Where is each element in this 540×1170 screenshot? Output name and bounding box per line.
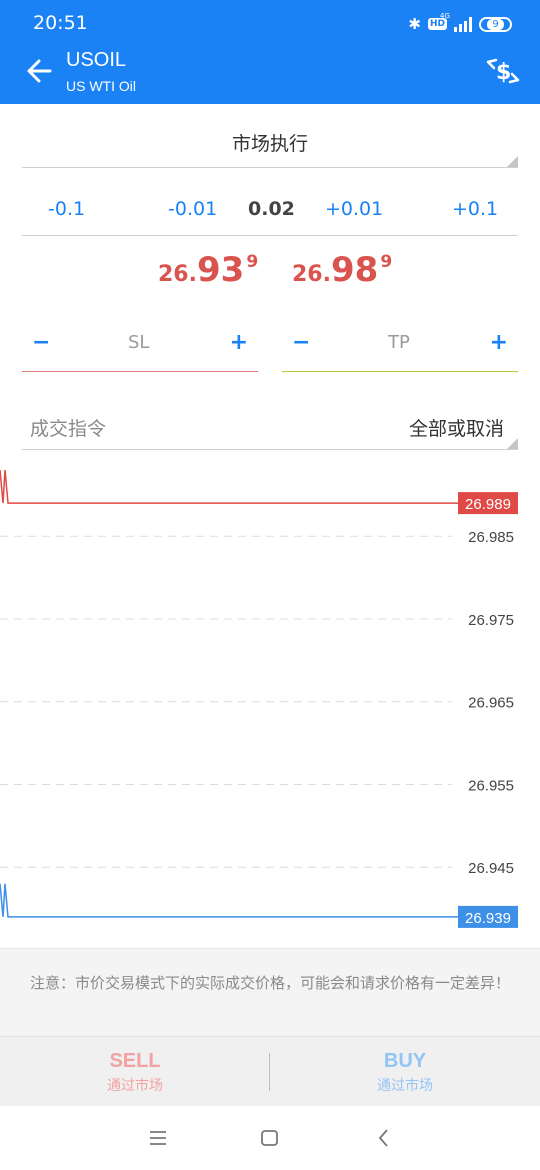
tick-label: 26.975 (468, 612, 514, 629)
sl-minus-button[interactable]: − (32, 330, 50, 355)
bid-price-line (0, 883, 458, 918)
system-nav-bar (0, 1106, 540, 1170)
volume-row: -0.1 -0.01 0.02 +0.01 +0.1 (22, 188, 518, 236)
tick-label: 26.955 (468, 777, 514, 794)
trade-bar: SELL 通过市场 BUY 通过市场 (0, 1036, 540, 1106)
status-icons: ✱ HD 4G 9 (408, 12, 512, 34)
tp-label: TP (388, 332, 410, 353)
network-type: 4G (440, 12, 450, 20)
sell-price-prefix: 26. (158, 262, 197, 287)
buy-price: 26.98 9 (292, 250, 392, 290)
tick-label: 26.985 (468, 529, 514, 546)
prices: 26.93 9 26.98 9 (0, 250, 540, 300)
sell-button[interactable]: SELL 通过市场 (0, 1037, 270, 1107)
menu-icon[interactable] (146, 1126, 170, 1150)
sell-label: SELL (109, 1050, 161, 1072)
buy-price-sup: 9 (380, 252, 393, 272)
signal-icon: 4G (440, 12, 472, 32)
notice-text: 注意：市价交易模式下的实际成交价格，可能会和请求价格有一定差异！ (0, 948, 540, 1036)
status-bar: 20:51 ✱ HD 4G 9 (0, 0, 540, 46)
current-price-label: 26.989 (465, 496, 511, 513)
fill-policy-value: 全部或取消 (408, 418, 504, 440)
price-chart: 26.985 26.975 26.965 26.955 26.945 26.989 26.9… (0, 470, 518, 928)
execution-mode-select[interactable]: 市场执行 (22, 124, 518, 168)
ask-price-line (0, 470, 458, 504)
execution-mode-label: 市场执行 (231, 133, 308, 155)
volume-plus-0.1-button[interactable]: +0.1 (452, 198, 498, 220)
volume-minus-0.1-button[interactable]: -0.1 (48, 198, 85, 220)
dropdown-corner-icon (507, 156, 518, 167)
battery-icon: 9 (479, 16, 512, 32)
exchange-icon[interactable]: $ (484, 54, 522, 88)
buy-button[interactable]: BUY 通过市场 (270, 1037, 540, 1107)
tick-label: 26.965 (468, 695, 514, 712)
sell-sub-label: 通过市场 (107, 1078, 163, 1094)
symbol-description: US WTI Oil (66, 78, 136, 94)
volume-plus-0.01-button[interactable]: +0.01 (325, 198, 383, 220)
sl-field[interactable]: − SL + (22, 322, 258, 372)
back-arrow-icon[interactable] (26, 58, 52, 84)
volume-value[interactable]: 0.02 (248, 198, 295, 220)
volume-minus-0.01-button[interactable]: -0.01 (168, 198, 217, 220)
dropdown-corner-icon (507, 438, 518, 449)
sl-plus-button[interactable]: + (230, 330, 248, 355)
buy-label: BUY (383, 1050, 427, 1072)
back-icon[interactable] (372, 1126, 396, 1150)
tp-field[interactable]: − TP + (282, 322, 518, 372)
tick-label: 26.945 (468, 860, 514, 877)
home-icon[interactable] (258, 1126, 282, 1150)
tp-plus-button[interactable]: + (490, 330, 508, 355)
fill-policy-select[interactable]: 成交指令 全部或取消 (22, 404, 518, 450)
bluetooth-icon: ✱ (408, 15, 421, 33)
buy-price-big: 98 (330, 250, 379, 290)
buy-sub-label: 通过市场 (377, 1078, 433, 1094)
fill-policy-label: 成交指令 (30, 418, 107, 440)
symbol-name: USOIL (66, 49, 127, 71)
sl-label: SL (128, 332, 150, 353)
tp-minus-button[interactable]: − (292, 330, 310, 355)
sell-price-sup: 9 (246, 252, 259, 272)
battery-level: 9 (487, 18, 504, 30)
sell-price-big: 93 (196, 250, 245, 290)
sell-price: 26.93 9 (158, 250, 258, 290)
app-bar: USOIL US WTI Oil $ (0, 46, 540, 104)
current-price-label: 26.939 (465, 910, 511, 927)
buy-price-prefix: 26. (292, 262, 331, 287)
status-time: 20:51 (33, 12, 88, 34)
